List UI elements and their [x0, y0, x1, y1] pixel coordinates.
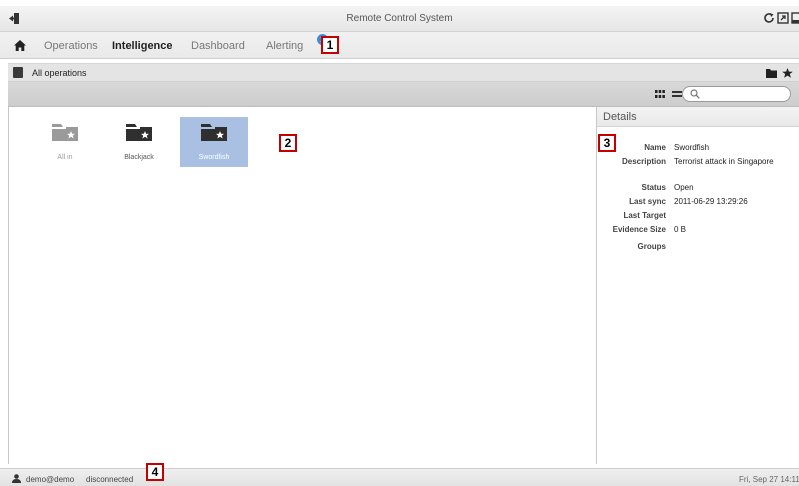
list-view-icon[interactable] — [672, 90, 682, 98]
home-icon[interactable] — [14, 40, 26, 51]
detail-key: Evidence Size — [612, 225, 666, 234]
detail-key: Last sync — [629, 197, 666, 206]
view-toolbar — [8, 82, 799, 107]
tab-alerting[interactable]: Alerting — [266, 40, 303, 52]
minimize-icon[interactable] — [791, 12, 799, 24]
detail-value: 0 B — [674, 225, 687, 234]
status-bar: demo@demo disconnected Fri, Sep 27 14:11… — [0, 468, 799, 486]
operation-item-all-in[interactable]: All in — [31, 117, 99, 167]
detail-row-name: Name Swordfish — [597, 143, 799, 155]
breadcrumb-label: All operations — [32, 68, 87, 78]
operation-name: Blackjack — [124, 154, 154, 161]
details-panel: Details Name Swordfish Description Terro… — [596, 107, 799, 464]
tab-dashboard[interactable]: Dashboard — [191, 40, 245, 52]
detail-row-evidence-size: Evidence Size 0 B — [597, 225, 799, 237]
window-title: Remote Control System — [346, 13, 453, 24]
operations-section-icon[interactable] — [13, 67, 23, 78]
user-icon — [12, 474, 21, 483]
detail-value: 2011-06-29 13:29:26 — [674, 197, 748, 206]
detail-key: Last Target — [623, 211, 666, 220]
detail-value: Swordfish — [674, 143, 710, 152]
operation-item-swordfish[interactable]: Swordfish — [180, 117, 248, 167]
callout-2: 2 — [279, 134, 297, 152]
details-title: Details — [603, 111, 637, 123]
detail-row-description: Description Terrorist attack in Singapor… — [597, 157, 799, 169]
detail-value: Terrorist attack in Singapore — [674, 157, 774, 166]
detail-key: Description — [621, 157, 666, 166]
details-header: Details — [597, 107, 799, 127]
detail-row-status: Status Open — [597, 183, 799, 195]
folder-icon[interactable] — [766, 68, 777, 78]
callout-4: 4 — [146, 463, 164, 481]
tab-operations[interactable]: Operations — [44, 40, 98, 52]
detail-value: Open — [674, 183, 694, 192]
search-icon — [690, 89, 700, 99]
operation-folder-icon — [52, 124, 78, 141]
status-user: demo@demo — [26, 475, 75, 484]
content-divider — [8, 107, 9, 464]
title-bar: Remote Control System — [0, 6, 799, 32]
grid-view-icon[interactable] — [655, 90, 665, 98]
breadcrumb: All operations — [8, 63, 799, 82]
operation-folder-icon — [201, 124, 227, 141]
operation-name: All in — [57, 154, 73, 161]
detail-key: Groups — [637, 242, 666, 251]
status-clock: Fri, Sep 27 14:11:3 — [739, 475, 799, 484]
detail-row-last-sync: Last sync 2011-06-29 13:29:26 — [597, 197, 799, 209]
detail-key: Status — [641, 183, 666, 192]
detail-row-last-target: Last Target — [597, 211, 799, 223]
operations-grid: All in Blackjack Swordfish — [8, 107, 596, 464]
detail-row-groups: Groups — [597, 242, 799, 254]
app-window: Remote Control System Operations Intelli… — [0, 0, 799, 486]
star-icon[interactable] — [782, 68, 793, 78]
operation-name: Swordfish — [198, 154, 230, 161]
refresh-icon[interactable] — [763, 12, 775, 24]
detail-key: Name — [644, 143, 666, 152]
tab-intelligence[interactable]: Intelligence — [112, 40, 173, 52]
maximize-icon[interactable] — [777, 12, 789, 24]
callout-3: 3 — [598, 134, 616, 152]
operation-item-blackjack[interactable]: Blackjack — [105, 117, 173, 167]
operation-folder-icon — [126, 124, 152, 141]
callout-1: 1 — [321, 36, 339, 54]
main-navigation: Operations Intelligence Dashboard Alerti… — [0, 32, 799, 59]
connection-status: disconnected — [86, 475, 134, 484]
